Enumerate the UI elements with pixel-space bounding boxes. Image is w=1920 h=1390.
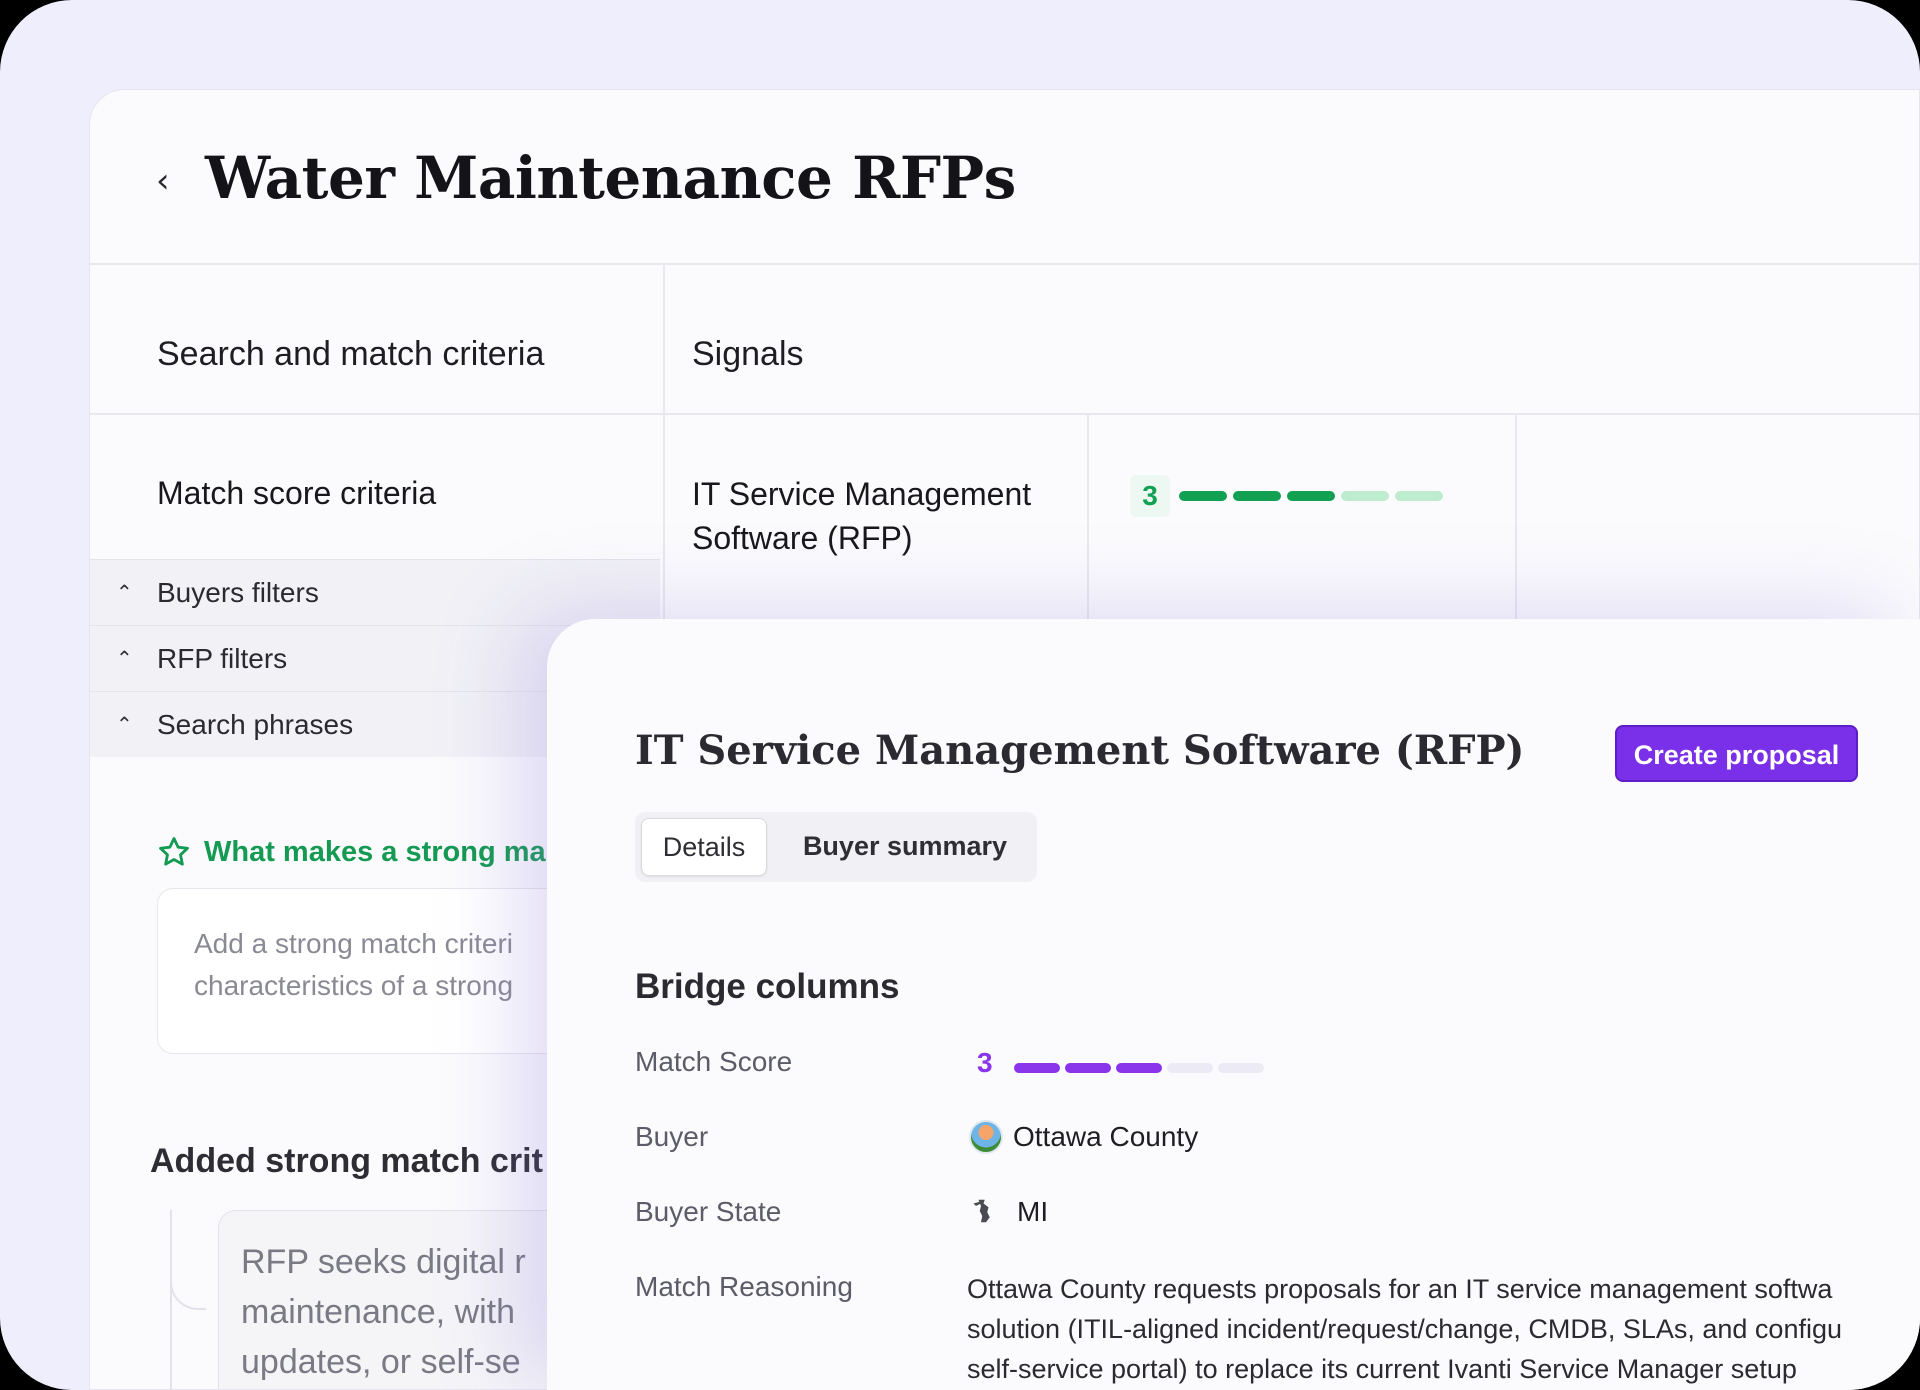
star-icon	[159, 837, 189, 866]
match-reasoning-label: Match Reasoning	[635, 1271, 853, 1302]
score-bar-segment	[1218, 1063, 1264, 1073]
app-frame: ‹ Water Maintenance RFPs Search and matc…	[0, 0, 1920, 1390]
reasoning-line: Ottawa County requests proposals for an …	[967, 1274, 1833, 1304]
reasoning-line: solution (ITIL-aligned incident/request/…	[967, 1314, 1842, 1344]
match-score-value: 3	[977, 1047, 993, 1078]
create-proposal-button[interactable]: Create proposal	[1615, 725, 1858, 782]
detail-title: IT Service Management Software (RFP)	[635, 727, 1525, 774]
back-chevron-icon[interactable]: ‹	[156, 164, 186, 198]
match-reasoning-text: Ottawa County requests proposals for an …	[967, 1269, 1920, 1389]
filter-buyers[interactable]: ⌃ Buyers filters	[90, 559, 660, 625]
michigan-state-icon	[973, 1199, 990, 1223]
buyer-label: Buyer	[635, 1121, 709, 1152]
score-bar-segment	[1395, 491, 1443, 501]
buyer-value[interactable]: Ottawa County	[1013, 1121, 1198, 1153]
strong-match-link[interactable]: What makes a strong ma	[204, 836, 546, 869]
score-bar-segment	[1233, 491, 1281, 501]
chevron-up-icon: ⌃	[116, 580, 133, 604]
score-bar-segment	[1341, 491, 1389, 501]
score-bar-segment	[1116, 1063, 1162, 1073]
reasoning-line: self-service portal) to replace its curr…	[967, 1354, 1797, 1384]
bridge-columns-title: Bridge columns	[635, 967, 900, 1006]
buyer-state-label: Buyer State	[635, 1196, 782, 1227]
score-bar-segment	[1179, 491, 1227, 501]
buyer-logo-icon	[969, 1120, 1003, 1154]
chevron-up-icon: ⌃	[116, 712, 133, 736]
page-header: ‹ Water Maintenance RFPs	[90, 90, 1919, 265]
thread-connector	[170, 1270, 206, 1310]
score-bar-segment	[1287, 491, 1335, 501]
filter-label: RFP filters	[157, 643, 288, 674]
detail-tabs: Details Buyer summary	[635, 812, 1037, 882]
header-row-divider	[90, 413, 1919, 415]
chevron-up-icon: ⌃	[116, 646, 133, 670]
thread-line	[170, 1210, 172, 1389]
tab-details[interactable]: Details	[641, 818, 767, 876]
score-bar-segment	[1065, 1063, 1111, 1073]
added-criteria-title: Added strong match crit	[150, 1142, 543, 1180]
score-bar-segment	[1167, 1063, 1213, 1073]
page-title: Water Maintenance RFPs	[205, 144, 1016, 212]
signal-name[interactable]: IT Service Management Software (RFP)	[692, 472, 1072, 560]
signals-section-title: Signals	[692, 335, 804, 373]
filter-label: Search phrases	[157, 709, 354, 740]
rfp-detail-panel: IT Service Management Software (RFP) Cre…	[547, 619, 1920, 1390]
buyer-state-value: MI	[1017, 1196, 1049, 1227]
filter-label: Buyers filters	[157, 577, 319, 608]
tab-buyer-summary[interactable]: Buyer summary	[783, 818, 1027, 876]
signal-score: 3	[1130, 475, 1170, 517]
score-bar-segment	[1014, 1063, 1060, 1073]
match-score-criteria-label: Match score criteria	[157, 475, 437, 511]
match-score-label: Match Score	[635, 1046, 793, 1077]
criteria-section-title: Search and match criteria	[157, 335, 545, 373]
